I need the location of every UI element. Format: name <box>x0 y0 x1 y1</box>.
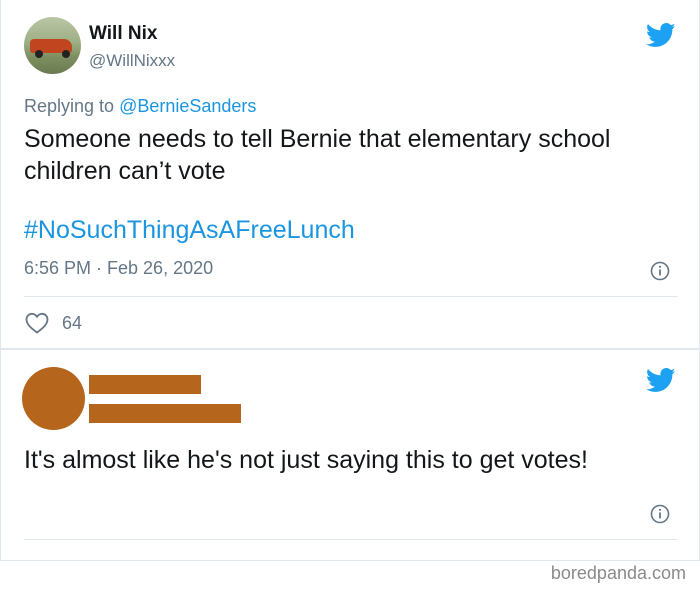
info-icon[interactable] <box>650 261 670 281</box>
twitter-bird-icon[interactable] <box>646 23 676 48</box>
replying-to-prefix: Replying to <box>24 96 120 116</box>
user-handle-redacted <box>89 404 241 423</box>
tweet-text: It's almost like he's not just saying th… <box>24 446 588 474</box>
twitter-bird-icon[interactable] <box>646 368 676 393</box>
tweet-timestamp[interactable]: 6:56 PM · Feb 26, 2020 <box>24 258 213 279</box>
like-count: 64 <box>62 313 83 333</box>
avatar-car-wheel <box>35 50 43 58</box>
user-handle[interactable]: @WillNixxx <box>89 51 175 71</box>
heart-outline-icon[interactable] <box>25 312 49 334</box>
display-name-redacted <box>89 375 201 394</box>
info-icon[interactable] <box>650 504 670 524</box>
avatar-car-wheel <box>62 50 70 58</box>
avatar-redacted <box>22 367 85 430</box>
divider <box>24 296 678 297</box>
hashtag-link[interactable]: #NoSuchThingAsAFreeLunch <box>24 216 355 245</box>
avatar[interactable] <box>24 17 81 74</box>
divider <box>24 539 678 540</box>
replying-to-line: Replying to @BernieSanders <box>24 96 256 117</box>
tweet-text: Someone needs to tell Bernie that elemen… <box>24 125 611 185</box>
mention-link[interactable]: @BernieSanders <box>119 96 256 116</box>
watermark: boredpanda.com <box>550 563 686 583</box>
display-name[interactable]: Will Nix <box>89 23 157 45</box>
